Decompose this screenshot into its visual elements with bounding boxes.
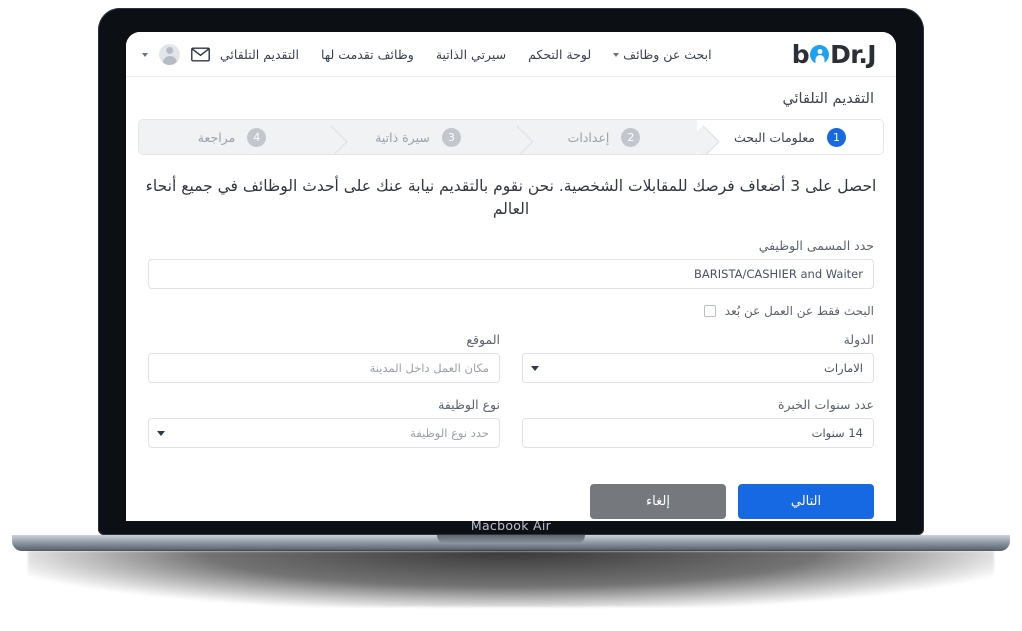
remote-only-label: البحث فقط عن العمل عن بُعد <box>724 303 874 318</box>
nav-item-dashboard[interactable]: لوحة التحكم <box>528 47 591 62</box>
nav-item-search-jobs[interactable]: ابحث عن وظائف <box>613 46 712 62</box>
progress-stepper: 1 معلومات البحث 2 إعدادات 3 سيرة ذاتية 4… <box>138 119 884 155</box>
step-label: معلومات البحث <box>734 129 815 145</box>
location-input[interactable] <box>148 352 500 383</box>
browser-viewport: Dr.J b ابحث عن وظائف لوحة التحكم سيرتي ال… <box>126 32 896 521</box>
header-actions <box>142 43 210 65</box>
next-button[interactable]: التالي <box>738 483 874 519</box>
remote-only-checkbox[interactable] <box>703 304 716 317</box>
experience-jobtype-row: عدد سنوات الخبرة نوع الوظيفة <box>148 397 874 448</box>
experience-input[interactable] <box>522 417 874 448</box>
form-actions: التالي إلغاء <box>126 462 896 519</box>
intro-text: احصل على 3 أضعاف فرصك للمقابلات الشخصية.… <box>145 177 877 219</box>
step-number: 2 <box>621 127 641 147</box>
avatar-icon[interactable] <box>159 43 180 65</box>
chevron-divider-icon <box>324 120 342 154</box>
job-type-select-wrap <box>148 417 500 448</box>
laptop-shadow <box>28 551 994 607</box>
nav-item-auto-apply[interactable]: التقديم التلقائي <box>220 47 299 62</box>
step-number: 3 <box>441 127 461 147</box>
laptop-base <box>12 535 1010 551</box>
step-number: 4 <box>247 127 267 147</box>
job-title-label: حدد المسمى الوظيفي <box>758 237 874 253</box>
nav-item-my-cv[interactable]: سيرتي الذاتية <box>436 47 506 62</box>
screenshot-stage: Macbook Air Dr.J b ابحث عن وظائف لوحة الت… <box>0 0 1022 631</box>
experience-label: عدد سنوات الخبرة <box>777 396 874 412</box>
job-type-label: نوع الوظيفة <box>438 396 500 412</box>
country-select-wrap <box>522 352 874 383</box>
chevron-divider-icon <box>510 120 528 154</box>
step-label: سيرة ذاتية <box>375 129 430 145</box>
site-header: Dr.J b ابحث عن وظائف لوحة التحكم سيرتي ال… <box>126 32 896 77</box>
step-number: 1 <box>826 127 846 147</box>
auto-apply-form: حدد المسمى الوظيفي البحث فقط عن العمل عن… <box>126 238 896 448</box>
location-field: الموقع <box>148 332 500 383</box>
experience-field: عدد سنوات الخبرة <box>522 397 874 448</box>
country-label: الدولة <box>843 331 874 347</box>
job-title-input[interactable] <box>148 258 874 289</box>
step-label: إعدادات <box>567 129 610 145</box>
nav-label: ابحث عن وظائف <box>623 46 712 62</box>
step-label: مراجعة <box>197 129 236 145</box>
cancel-button[interactable]: إلغاء <box>590 483 726 519</box>
page-title: التقديم التلقائي <box>782 91 874 107</box>
location-label: الموقع <box>466 331 500 347</box>
logo-text-suffix: b <box>791 39 810 69</box>
chevron-down-icon[interactable] <box>142 53 148 57</box>
job-type-field: نوع الوظيفة <box>148 397 500 448</box>
job-type-select[interactable] <box>148 417 500 448</box>
remote-only-row: البحث فقط عن العمل عن بُعد <box>148 304 874 318</box>
country-field: الدولة <box>522 332 874 383</box>
step-3-resume[interactable]: 3 سيرة ذاتية <box>325 120 511 154</box>
country-select[interactable] <box>522 352 874 383</box>
step-4-review[interactable]: 4 مراجعة <box>139 120 325 154</box>
nav-item-applied-jobs[interactable]: وظائف تقدمت لها <box>321 47 414 62</box>
logo-text-prefix: Dr.J <box>830 39 877 69</box>
country-location-row: الدولة الموقع <box>148 332 874 383</box>
chevron-down-icon <box>613 53 620 57</box>
step-2-settings[interactable]: 2 إعدادات <box>511 120 697 154</box>
main-nav: ابحث عن وظائف لوحة التحكم سيرتي الذاتية … <box>220 47 712 62</box>
site-logo[interactable]: Dr.J b <box>791 39 877 69</box>
chevron-divider-icon <box>696 120 714 154</box>
person-circle-icon <box>810 44 830 64</box>
step-1-search-info[interactable]: 1 معلومات البحث <box>697 120 883 154</box>
envelope-icon[interactable] <box>191 46 210 62</box>
